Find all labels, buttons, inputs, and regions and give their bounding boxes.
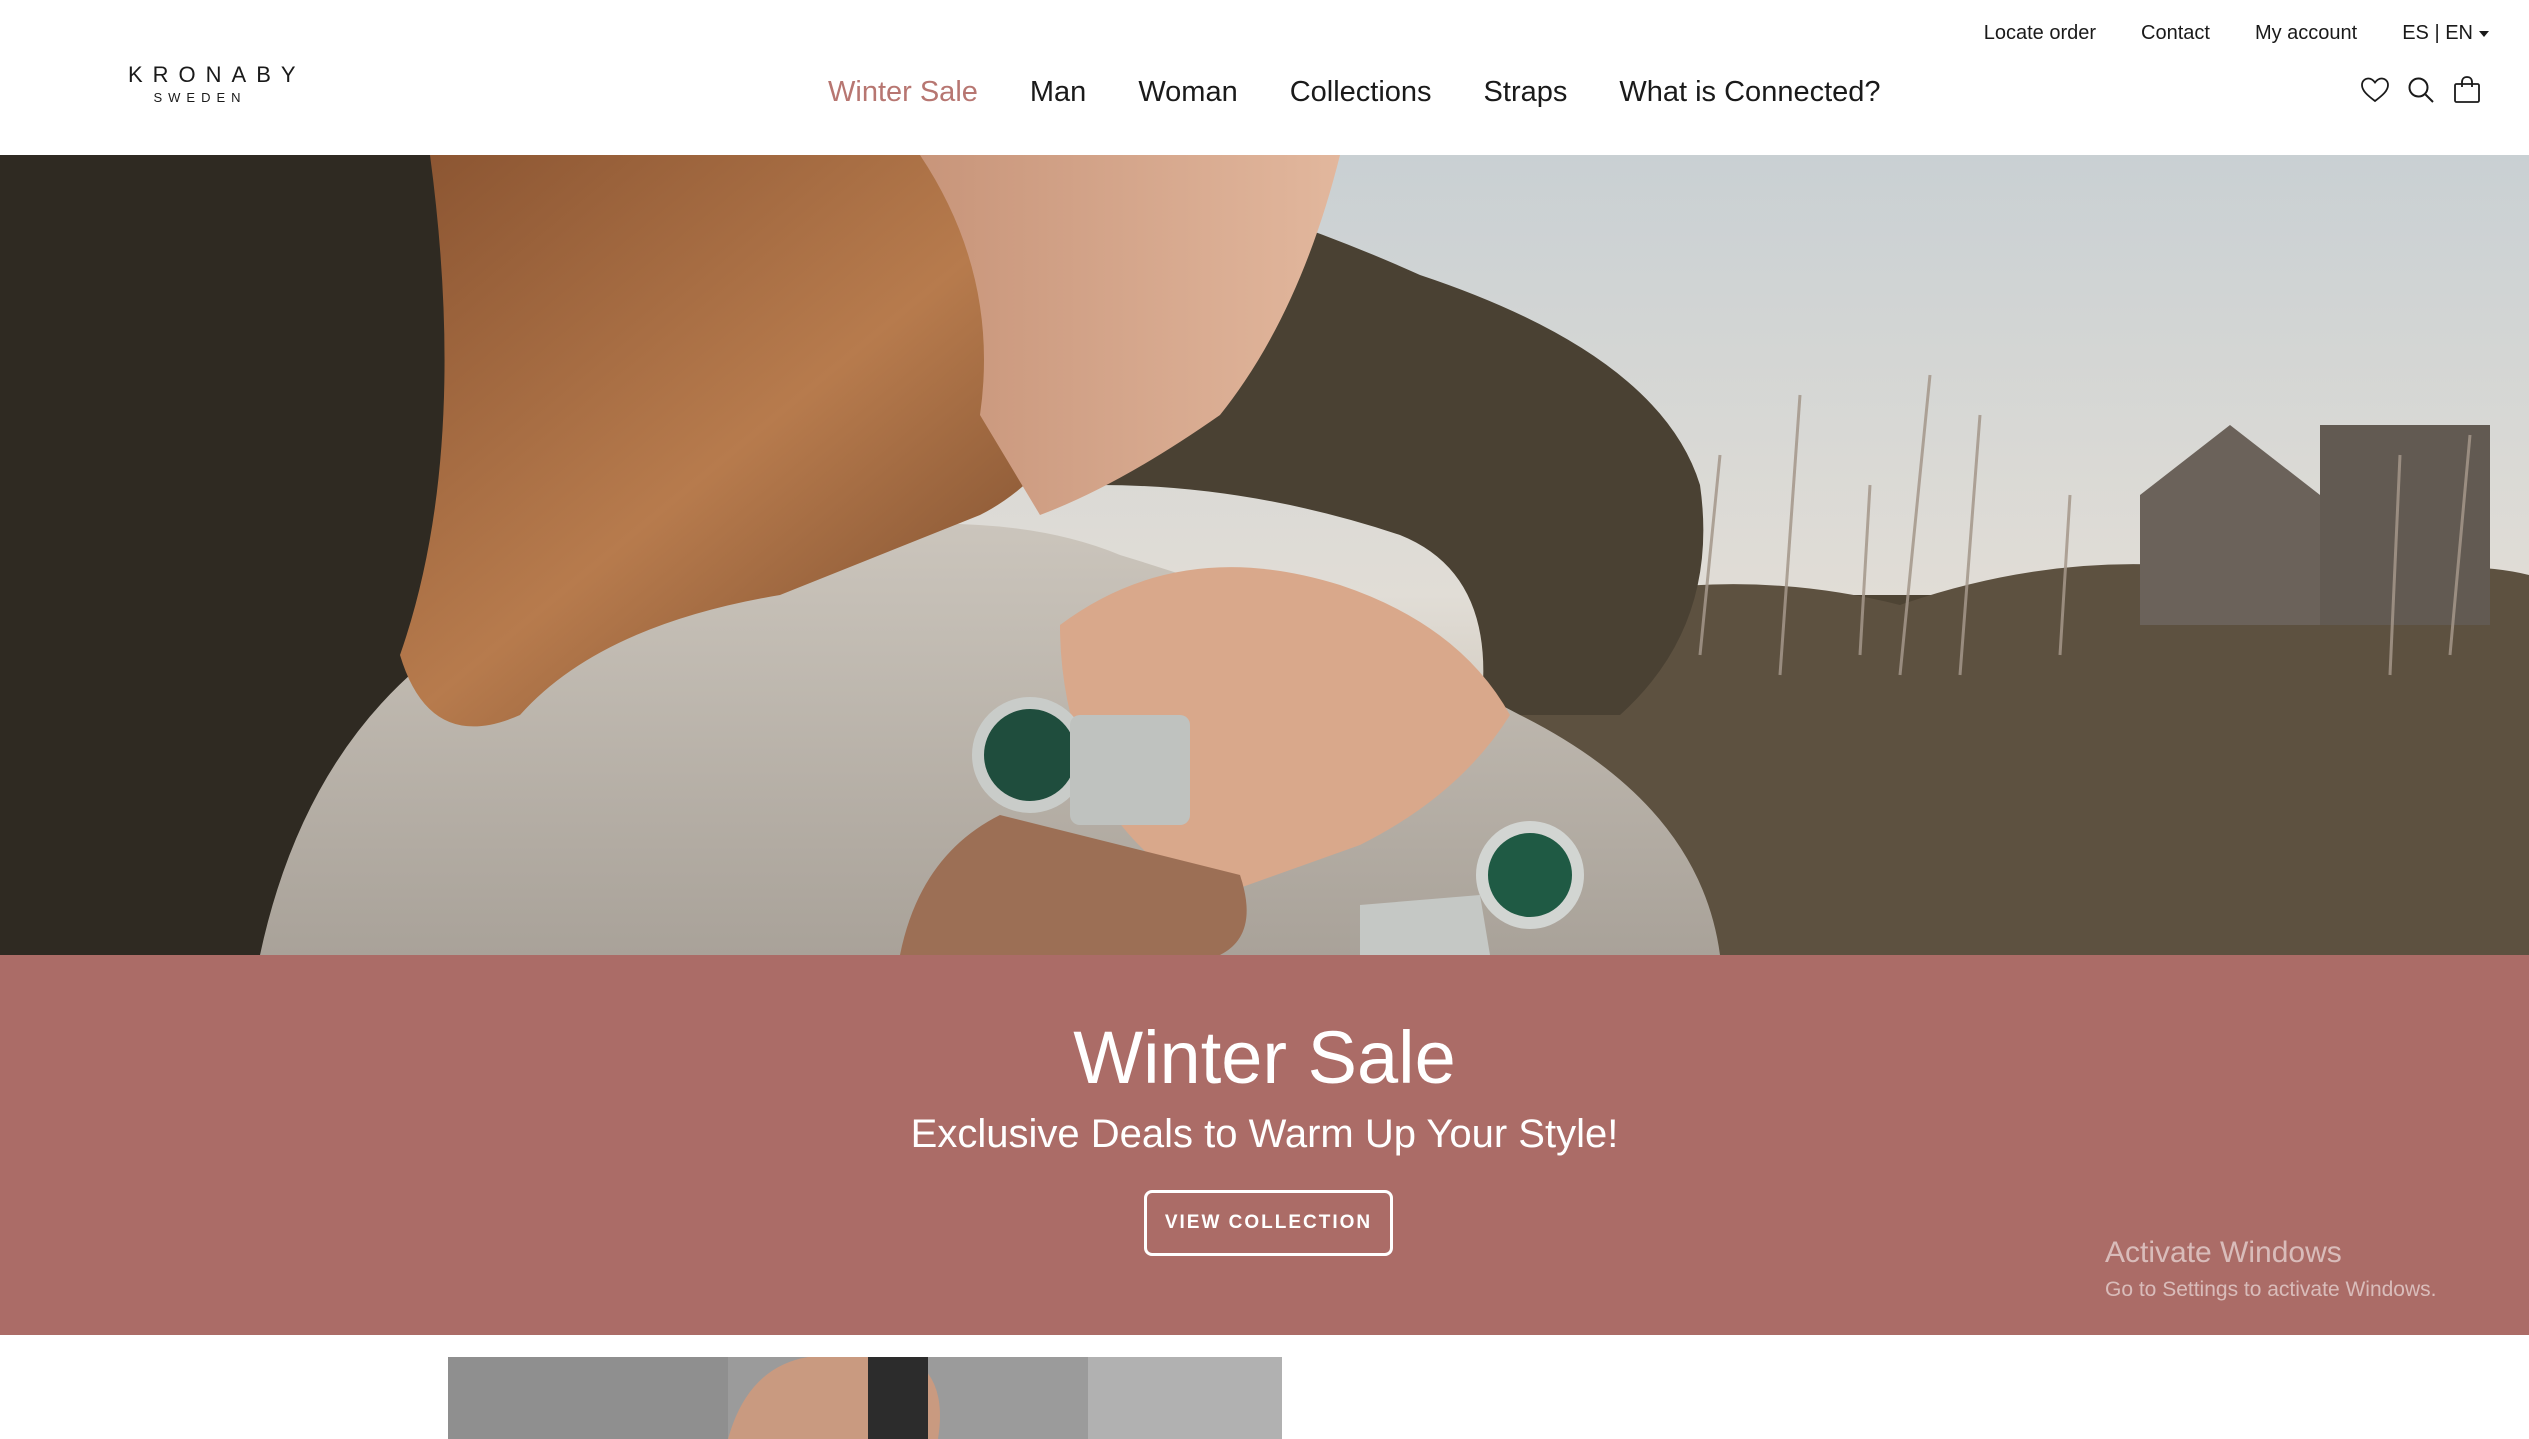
chevron-down-icon [2479,30,2489,37]
watermark-title: Activate Windows [2105,1236,2342,1269]
language-label: ES | EN [2402,22,2473,44]
nav-item-straps[interactable]: Straps [1484,76,1568,109]
brand-logo[interactable]: KRONABY SWEDEN [118,62,306,105]
heart-icon[interactable] [2359,74,2391,106]
brand-name: KRONABY [128,62,306,87]
contact-link[interactable]: Contact [2141,22,2210,45]
locate-order-link[interactable]: Locate order [1984,22,2096,45]
banner-title: Winter Sale [1073,1016,1456,1099]
nav-item-man[interactable]: Man [1030,76,1086,109]
brand-subline: SWEDEN [153,90,247,105]
language-selector[interactable]: ES | EN [2402,22,2489,45]
os-activation-watermark: Activate Windows Go to Settings to activ… [2105,1236,2437,1302]
site-header: KRONABY SWEDEN Locate order Contact My a… [0,0,2529,155]
banner-subtitle: Exclusive Deals to Warm Up Your Style! [910,1112,1619,1156]
hero-image [0,155,2529,955]
main-nav: Winter Sale Man Woman Collections Straps… [828,76,1881,109]
nav-item-collections[interactable]: Collections [1290,76,1432,109]
view-collection-button[interactable]: VIEW COLLECTION [1144,1190,1393,1256]
watermark-subtitle: Go to Settings to activate Windows. [2105,1278,2437,1301]
nav-item-what-is-connected[interactable]: What is Connected? [1619,76,1880,109]
product-feature-image[interactable] [448,1357,1282,1439]
shopping-bag-icon[interactable] [2451,74,2483,106]
utility-nav: Locate order Contact My account ES | EN [1984,22,2489,45]
hero-illustration [0,155,2529,955]
nav-item-woman[interactable]: Woman [1138,76,1237,109]
search-icon[interactable] [2405,74,2437,106]
my-account-link[interactable]: My account [2255,22,2357,45]
header-icons [2359,74,2483,106]
nav-item-winter-sale[interactable]: Winter Sale [828,76,978,109]
product-illustration [448,1357,1282,1439]
